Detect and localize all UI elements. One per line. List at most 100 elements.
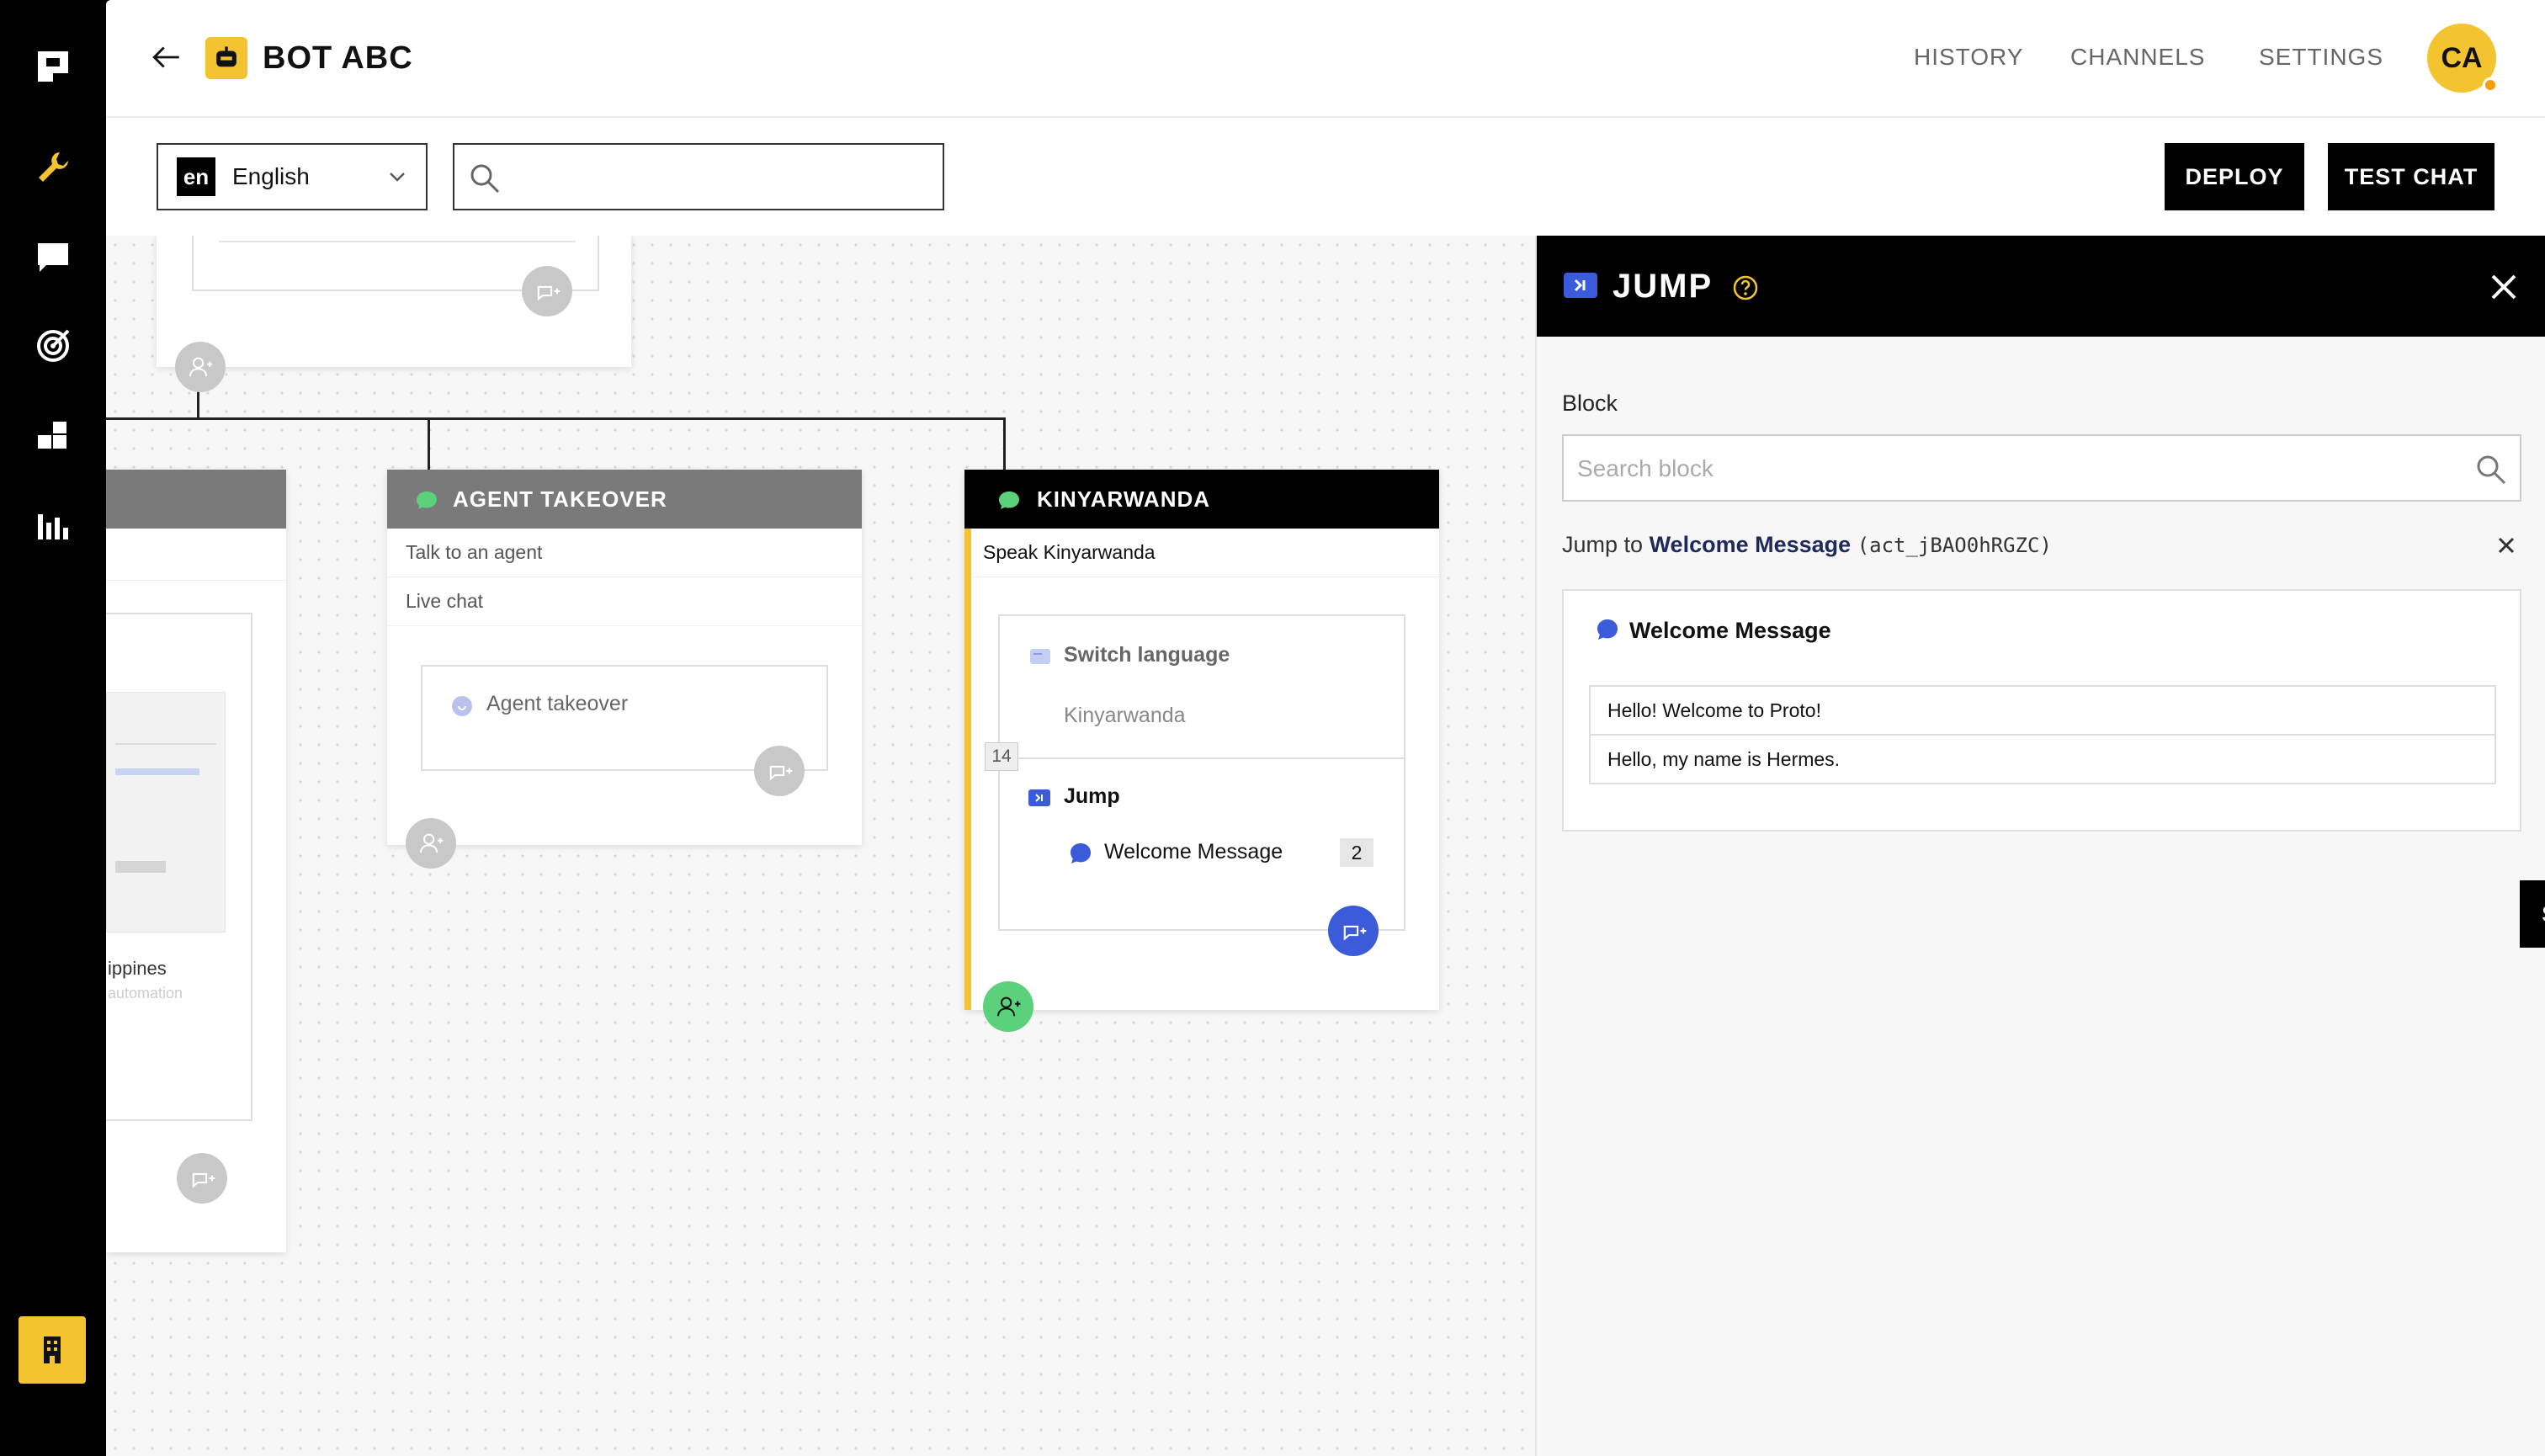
preview-message-1: Hello! Welcome to Proto! [1589, 685, 2496, 736]
save-button[interactable]: SAVE [2520, 880, 2545, 948]
sidebar [0, 0, 106, 1456]
search-icon [2477, 455, 2506, 485]
jump-panel: JUMP Block Jump to Welcome Message (act_… [1535, 236, 2545, 1456]
language-select[interactable]: en English [157, 143, 428, 210]
blocks-icon[interactable] [32, 416, 74, 458]
status-dot [2483, 77, 2498, 93]
add-user-button[interactable] [983, 981, 1033, 1032]
toolbar: en English DEPLOY TEST CHAT [106, 118, 2545, 236]
divider [1000, 757, 1404, 759]
screenshot-thumbnail [106, 692, 226, 933]
kinyarwanda-actions: Switch language Kinyarwanda Jump Welcome… [998, 614, 1405, 931]
search-input[interactable] [513, 153, 934, 200]
agent-trigger-2[interactable]: Live chat [387, 577, 862, 626]
divider [219, 241, 576, 242]
agent-card-header: AGENT TAKEOVER [387, 470, 862, 529]
wrench-icon[interactable] [32, 146, 74, 189]
remove-target-icon[interactable] [2495, 534, 2518, 557]
chevron-down-icon [390, 173, 405, 182]
bot-title: BOT ABC [263, 40, 413, 76]
kinyarwanda-trigger[interactable]: Speak Kinyarwanda [971, 529, 1439, 577]
add-user-button[interactable] [406, 818, 456, 869]
kinyarwanda-card[interactable]: KINYARWANDA Speak Kinyarwanda Switch lan… [964, 470, 1439, 1010]
jump-target-id: (act_jBAO0hRGZC) [1857, 534, 2052, 557]
back-button[interactable] [148, 39, 185, 76]
analytics-icon[interactable] [32, 505, 74, 547]
chat-bubble-icon [417, 492, 437, 509]
jump-prefix: Jump to [1562, 532, 1644, 557]
connector-kinyarwanda [1003, 417, 1006, 470]
kinyarwanda-card-title: KINYARWANDA [1037, 486, 1211, 512]
panel-header: JUMP [1537, 236, 2545, 337]
jump-target-line: Jump to Welcome Message (act_jBAO0hRGZC) [1562, 532, 2052, 558]
kinyarwanda-card-header: KINYARWANDA [964, 470, 1439, 529]
agent-card-title: AGENT TAKEOVER [453, 486, 667, 512]
top-header: BOT ABC HISTORY CHANNELS SETTINGS CA [106, 0, 2545, 118]
left-card-footer-sub: automation [108, 985, 183, 1002]
agent-takeover-card[interactable]: AGENT TAKEOVER Talk to an agent Live cha… [387, 470, 862, 845]
proto-logo-icon[interactable] [32, 45, 74, 88]
bot-icon [216, 46, 236, 67]
agent-icon [452, 696, 472, 716]
top-card[interactable] [157, 236, 631, 367]
arrow-left-icon [152, 46, 179, 68]
building-icon [44, 1336, 61, 1363]
organization-button[interactable] [19, 1316, 86, 1384]
search-field[interactable] [453, 143, 944, 210]
switch-language-icon [1030, 649, 1050, 664]
left-card-footer-text: ippines [108, 958, 167, 979]
close-icon[interactable] [2488, 271, 2520, 303]
agent-trigger-1[interactable]: Talk to an agent [387, 529, 862, 577]
message-bubble-icon [1071, 843, 1091, 864]
search-icon [470, 164, 500, 194]
add-action-button[interactable] [177, 1153, 227, 1204]
connector-agent [428, 417, 430, 470]
add-message-icon [769, 765, 793, 781]
nav-history[interactable]: HISTORY [1914, 44, 2023, 71]
block-search-field[interactable] [1562, 434, 2521, 502]
left-card[interactable]: ippines automation [106, 470, 286, 1252]
left-card-inner: ippines automation [106, 613, 252, 1121]
deploy-button[interactable]: DEPLOY [2165, 143, 2304, 210]
block-label: Block [1562, 391, 1618, 416]
block-search-input[interactable] [1577, 446, 2452, 492]
add-user-button[interactable] [175, 342, 226, 392]
connector-horizontal [106, 417, 1005, 420]
left-card-trigger [106, 529, 286, 581]
language-code-badge: en [177, 157, 215, 196]
main-area: BOT ABC HISTORY CHANNELS SETTINGS CA en … [106, 0, 2545, 1456]
bot-logo [205, 37, 247, 79]
add-user-icon [997, 996, 1021, 1017]
nav-settings[interactable]: SETTINGS [2259, 44, 2383, 71]
add-message-icon [1343, 925, 1367, 941]
add-user-icon [420, 833, 444, 853]
jump-icon [1564, 273, 1597, 298]
nav-channels[interactable]: CHANNELS [2070, 44, 2205, 71]
switch-language-value: Kinyarwanda [1064, 704, 1186, 727]
add-user-icon [189, 357, 213, 377]
step-badge: 14 [985, 742, 1018, 771]
panel-title: JUMP [1613, 268, 1713, 305]
flow-canvas[interactable]: ippines automation AGENT TAKEOVER Talk t… [106, 236, 1535, 1456]
jump-target-name: Welcome Message [1649, 532, 1852, 557]
jump-count-badge: 2 [1340, 838, 1373, 867]
test-chat-button[interactable]: TEST CHAT [2328, 143, 2495, 210]
message-bubble-icon [1597, 619, 1618, 640]
chat-bubble-icon [999, 492, 1019, 509]
add-action-button[interactable] [1328, 906, 1379, 956]
jump-icon [1028, 789, 1050, 806]
jump-action-label[interactable]: Jump [1064, 784, 1120, 809]
left-card-header [106, 470, 286, 529]
add-action-button[interactable] [754, 746, 805, 796]
switch-language-label[interactable]: Switch language [1064, 643, 1230, 667]
preview-title: Welcome Message [1629, 618, 1831, 643]
agent-action-label: Agent takeover [486, 692, 629, 715]
jump-target-label[interactable]: Welcome Message [1104, 840, 1283, 864]
target-preview: Welcome Message Hello! Welcome to Proto!… [1562, 589, 2521, 832]
language-name: English [232, 163, 310, 189]
add-action-button[interactable] [522, 266, 572, 316]
help-icon[interactable] [1732, 274, 1759, 301]
chat-icon[interactable] [32, 236, 74, 278]
target-icon[interactable] [32, 325, 74, 367]
add-message-icon [537, 285, 561, 301]
